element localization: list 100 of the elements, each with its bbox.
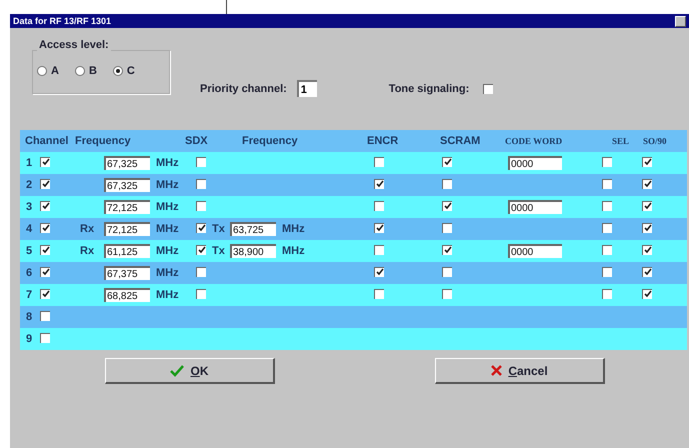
cancel-button[interactable]: Cancel: [435, 358, 605, 384]
column-header: CODE WORD: [505, 136, 564, 146]
channel-number: 1: [26, 157, 34, 169]
sel-checkbox[interactable]: [602, 200, 612, 210]
column-header: ENCR: [367, 135, 400, 147]
unit-label: MHz: [155, 201, 180, 213]
so90-checkbox[interactable]: [642, 266, 652, 277]
unit-label: MHz: [281, 223, 305, 235]
so90-checkbox[interactable]: [642, 200, 652, 211]
column-header: Frequency: [242, 135, 299, 147]
priority-channel-field[interactable]: 1: [296, 80, 317, 97]
channel-checkbox[interactable]: [40, 266, 50, 277]
sdx-checkbox[interactable]: [196, 200, 206, 210]
so90-checkbox[interactable]: [642, 156, 652, 167]
frequency-field[interactable]: 67,325: [104, 156, 150, 170]
radio-option[interactable]: B: [74, 65, 97, 77]
channel-checkbox[interactable]: [40, 310, 50, 320]
close-button[interactable]: [675, 16, 686, 26]
scram-checkbox[interactable]: [442, 244, 452, 255]
unit-label: MHz: [155, 157, 180, 169]
field-label: Tone signaling:: [388, 83, 470, 95]
tx-frequency-field[interactable]: 38,900: [230, 244, 276, 258]
sel-checkbox[interactable]: [602, 244, 612, 254]
scram-checkbox[interactable]: [442, 288, 452, 298]
group-label: Access level:: [37, 39, 111, 51]
field-label: Priority channel:: [200, 82, 287, 94]
sdx-checkbox[interactable]: [196, 266, 206, 276]
so90-checkbox[interactable]: [642, 288, 652, 299]
frequency-field[interactable]: 72,125: [104, 222, 150, 236]
sdx-checkbox[interactable]: [196, 156, 206, 166]
unit-label: MHz: [281, 245, 305, 257]
scram-checkbox[interactable]: [442, 222, 452, 232]
tx-label: Tx: [212, 245, 225, 257]
channel-number: 9: [26, 333, 34, 345]
sel-checkbox[interactable]: [602, 288, 612, 298]
channel-checkbox[interactable]: [40, 244, 50, 255]
sel-checkbox[interactable]: [602, 266, 612, 276]
channel-number: 5: [26, 245, 34, 257]
frequency-field[interactable]: 68,825: [104, 288, 150, 302]
channel-checkbox[interactable]: [40, 332, 50, 342]
channel-number: 8: [26, 311, 34, 323]
channel-checkbox[interactable]: [40, 222, 50, 233]
encr-checkbox[interactable]: [374, 200, 384, 210]
cross-icon: [491, 365, 502, 376]
encr-checkbox[interactable]: [374, 222, 384, 233]
radio-option[interactable]: A: [37, 65, 59, 77]
rx-label: Rx: [80, 245, 94, 257]
sdx-checkbox[interactable]: [196, 178, 206, 188]
sel-checkbox[interactable]: [602, 156, 612, 166]
channel-checkbox[interactable]: [40, 288, 50, 299]
sdx-checkbox[interactable]: [196, 288, 206, 298]
ok-button[interactable]: OK: [105, 358, 275, 384]
channel-number: 7: [26, 289, 34, 301]
scram-checkbox[interactable]: [442, 178, 452, 188]
code-word-field[interactable]: 0000: [508, 200, 562, 214]
frequency-field[interactable]: 67,375: [104, 266, 150, 280]
column-header: SO/90: [643, 136, 668, 146]
radio-option[interactable]: C: [112, 65, 135, 77]
window-title: Data for RF 13/RF 1301: [13, 16, 112, 26]
code-word-field[interactable]: 0000: [508, 244, 562, 258]
channel-checkbox[interactable]: [40, 200, 50, 211]
so90-checkbox[interactable]: [642, 222, 652, 233]
channel-number: 4: [26, 223, 34, 235]
scram-checkbox[interactable]: [442, 200, 452, 211]
unit-label: MHz: [155, 267, 180, 279]
check-icon: [170, 364, 184, 376]
code-word-field[interactable]: 0000: [508, 156, 562, 170]
unit-label: MHz: [155, 245, 180, 257]
column-header: SEL: [612, 136, 630, 146]
so90-checkbox[interactable]: [642, 178, 652, 189]
channel-number: 2: [26, 179, 34, 191]
scram-checkbox[interactable]: [442, 156, 452, 167]
scram-checkbox[interactable]: [442, 266, 452, 276]
unit-label: MHz: [155, 223, 180, 235]
tx-label: Tx: [212, 223, 225, 235]
sdx-checkbox[interactable]: [196, 244, 206, 255]
frequency-field[interactable]: 67,325: [104, 178, 150, 192]
frequency-field[interactable]: 61,125: [104, 244, 150, 258]
unit-label: MHz: [155, 179, 180, 191]
column-header: Channel: [25, 135, 70, 147]
encr-checkbox[interactable]: [374, 288, 384, 298]
tx-frequency-field[interactable]: 63,725: [230, 222, 276, 236]
so90-checkbox[interactable]: [642, 244, 652, 255]
encr-checkbox[interactable]: [374, 266, 384, 277]
column-header: Frequency: [75, 135, 132, 147]
sdx-checkbox[interactable]: [196, 222, 206, 233]
column-header: SCRAM: [440, 135, 482, 147]
encr-checkbox[interactable]: [374, 244, 384, 254]
frequency-field[interactable]: 72,125: [104, 200, 150, 214]
encr-checkbox[interactable]: [374, 156, 384, 166]
tone-signaling-checkbox[interactable]: [483, 84, 494, 94]
channel-number: 3: [26, 201, 34, 213]
channel-checkbox[interactable]: [40, 156, 50, 167]
channel-checkbox[interactable]: [40, 178, 50, 189]
rx-label: Rx: [80, 223, 94, 235]
encr-checkbox[interactable]: [374, 178, 384, 189]
column-header: SDX: [185, 135, 209, 147]
channel-number: 6: [26, 267, 34, 279]
sel-checkbox[interactable]: [602, 178, 612, 188]
sel-checkbox[interactable]: [602, 222, 612, 232]
